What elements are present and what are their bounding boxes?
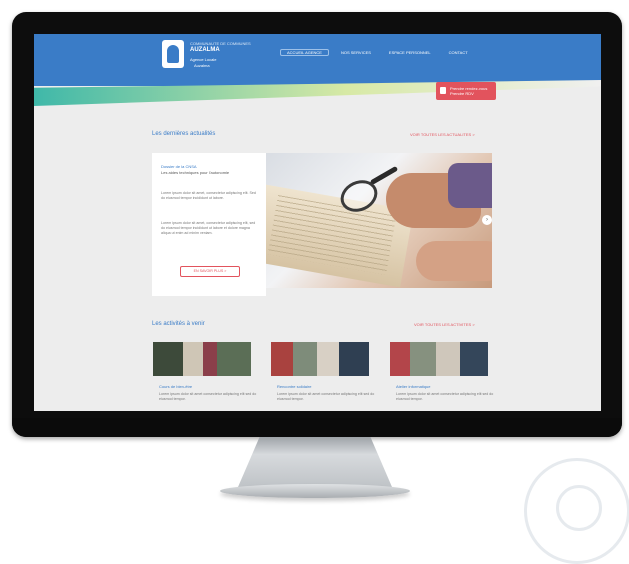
actualites-see-all-link[interactable]: VOIR TOUTES LES ACTUALITES >	[410, 132, 475, 137]
carousel-next-icon[interactable]: ›	[482, 215, 492, 225]
nav-item-espace[interactable]: ESPACE PERSONNEL	[383, 50, 437, 55]
person-logo-icon	[167, 45, 179, 63]
activity-text-1: Lorem ipsum dolor sit amet consectetur a…	[159, 392, 257, 401]
news-subtitle: Les aides techniques pour l'autonomie	[161, 170, 230, 175]
logo-line-3: Agence Locale	[190, 57, 217, 62]
news-paragraph-1: Lorem ipsum dolor sit amet, consectetur …	[161, 191, 256, 200]
monitor-stand	[238, 437, 392, 487]
news-paragraph-2: Lorem ipsum dolor sit amet, consectetur …	[161, 221, 256, 235]
nav-item-services[interactable]: NOS SERVICES	[335, 50, 377, 55]
hand-bottom	[416, 241, 492, 281]
read-more-button[interactable]: EN SAVOIR PLUS >	[180, 266, 240, 277]
activites-title: Les activités à venir	[152, 321, 205, 327]
activity-thumbnail-1[interactable]	[153, 342, 251, 376]
activity-title-3[interactable]: Atelier informatique	[396, 384, 430, 389]
activity-text-2: Lorem ipsum dolor sit amet consectetur a…	[277, 392, 375, 401]
logo-line-4: Auzalma	[194, 63, 210, 68]
nav-item-contact[interactable]: CONTACT	[443, 50, 474, 55]
website-screen: COMMUNAUTE DE COMMUNES AUZALMA Agence Lo…	[34, 34, 601, 411]
site-header	[34, 34, 601, 86]
activity-title-2[interactable]: Rencontre solidaire	[277, 384, 311, 389]
calendar-icon	[440, 87, 446, 94]
activity-text-3: Lorem ipsum dolor sit amet consectetur a…	[396, 392, 494, 401]
main-nav: ACCUEIL AGENCE NOS SERVICES ESPACE PERSO…	[280, 46, 474, 59]
activity-thumbnail-2[interactable]	[271, 342, 369, 376]
activites-see-all-link[interactable]: VOIR TOUTES LES ACTIVITES >	[414, 322, 475, 327]
actualites-title: Les dernières actualités	[152, 131, 216, 137]
sleeve	[448, 163, 492, 208]
logo-line-1: COMMUNAUTE DE COMMUNES	[190, 41, 251, 46]
activity-thumbnail-3[interactable]	[390, 342, 488, 376]
appointment-button[interactable]: Prendre rendez-vous Prendre RDV	[436, 82, 496, 100]
cta-line-2: Prendre RDV	[450, 91, 474, 96]
news-kicker: Dossier de la CNSA	[161, 164, 197, 169]
watermark-inner-circle	[556, 485, 602, 531]
nav-item-accueil[interactable]: ACCUEIL AGENCE	[280, 49, 329, 56]
news-hero-image	[266, 153, 492, 288]
logo-line-2: AUZALMA	[190, 47, 220, 53]
monitor-base	[220, 484, 410, 498]
monitor-chin	[12, 418, 622, 437]
news-card: Dossier de la CNSA Les aides techniques …	[152, 153, 266, 296]
activity-title-1[interactable]: Cours de bien-être	[159, 384, 192, 389]
